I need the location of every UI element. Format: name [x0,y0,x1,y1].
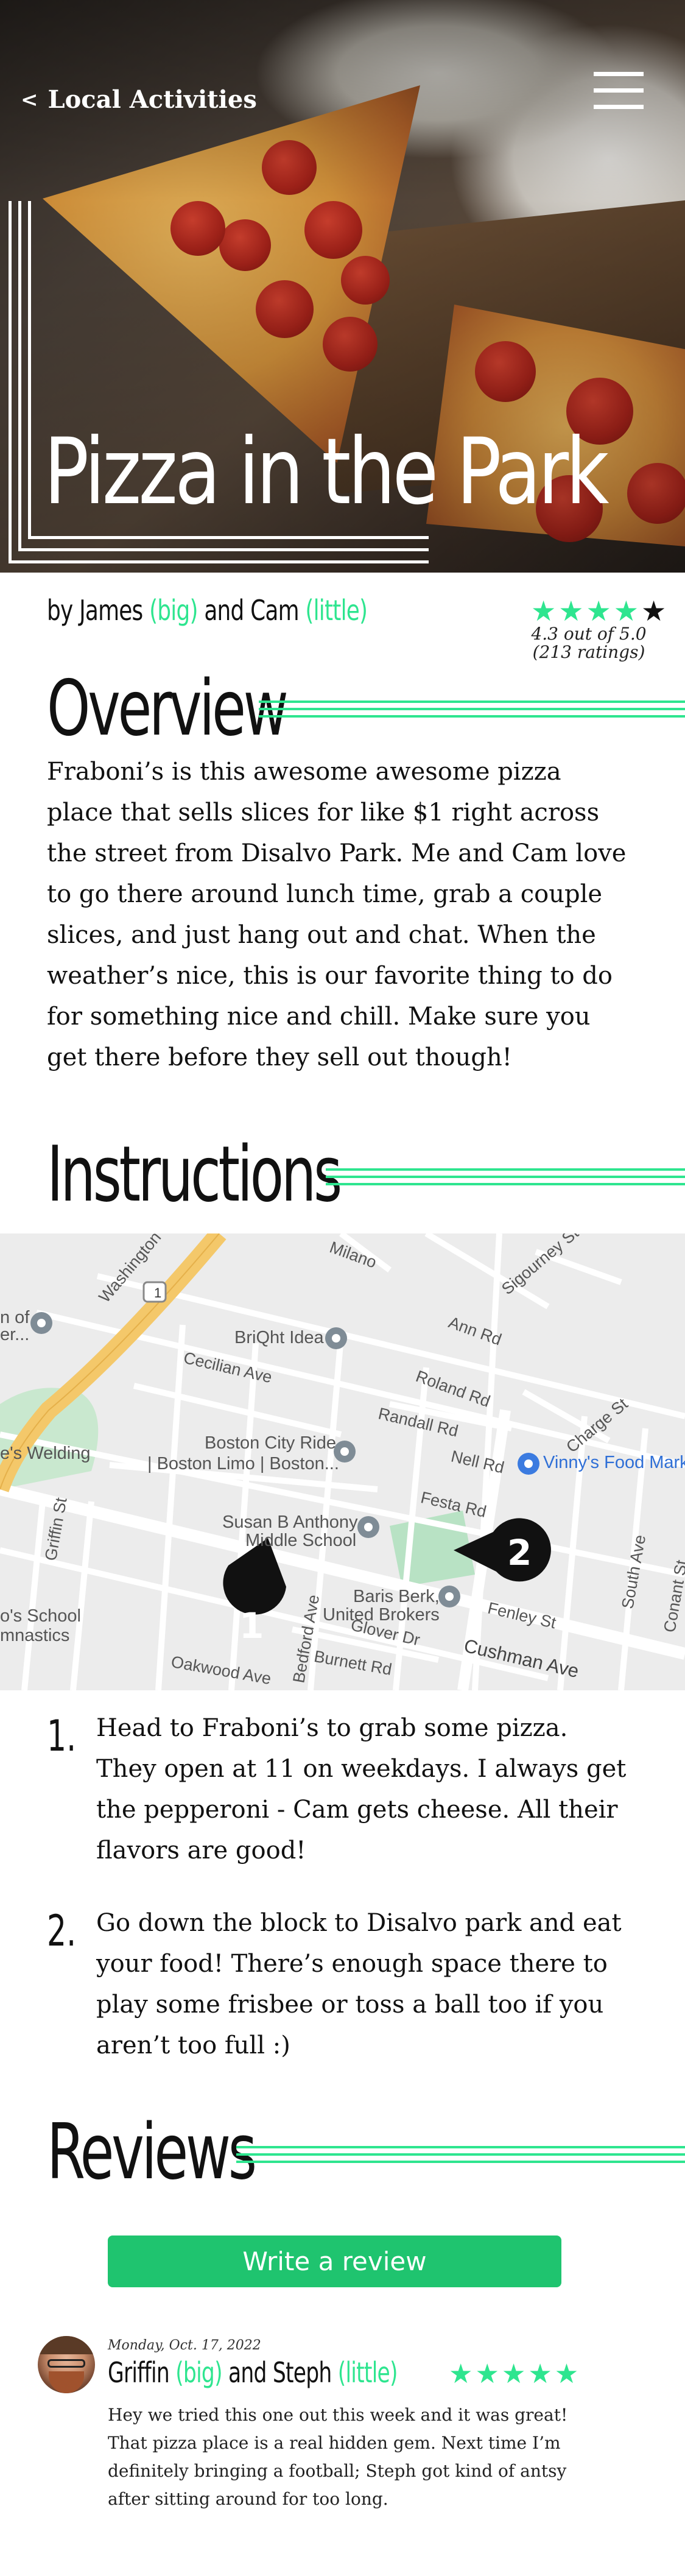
filled-stars: ★★★★ [531,595,641,627]
poi-welding[interactable]: e's Welding [0,1444,90,1464]
back-link[interactable]: < Local Activities [21,85,257,114]
rating-value: 4.3 out of 5.0 [531,624,647,644]
poi-vinnys[interactable]: Vinny's Food Marke [543,1453,685,1473]
route-marker-1[interactable]: 1 [239,1605,264,1646]
poi-school[interactable]: Susan B Anthony [222,1512,358,1533]
back-link-label: Local Activities [47,85,257,114]
poi-brightidea[interactable]: BriQht Idea [234,1328,324,1348]
page-title: Pizza in the Park [44,419,609,525]
byline-tag-big: (big) [149,594,198,627]
partial-star: ★ [641,595,669,627]
star-rating-icon: ★★★★★ [531,595,666,627]
step-text: Go down the block to Disalvo park and ea… [96,1909,622,2059]
poi-gymnastics-line2[interactable]: mnastics [0,1626,69,1646]
route-marker-2[interactable]: 2 [507,1532,532,1573]
poi-citylimo[interactable]: Boston City Ride [205,1433,336,1453]
heading-rule [326,1168,685,1193]
heading-rule [236,2146,685,2170]
frame-line [9,201,12,563]
rating-summary: ★★★★★ 4.3 out of 5.0 (213 ratings) [531,595,666,662]
poi-school-line2[interactable]: Middle School [245,1531,356,1551]
write-review-button[interactable]: Write a review [108,2235,561,2287]
byline-prefix: by James [47,594,150,627]
frame-line [28,536,429,539]
route-shield: 1 [154,1285,162,1300]
review-author-tag-big: (big) [175,2356,222,2389]
overview-text: Fraboni’s is this awesome awesome pizza … [47,758,627,1071]
step-number: 2. [47,1906,77,1956]
byline-middle: and Cam [197,594,306,627]
frame-line [9,560,429,563]
reviews-heading: Reviews [47,2107,257,2197]
hamburger-menu-icon[interactable] [594,72,644,110]
heading-rule [259,700,685,725]
step-text: Head to Fraboni’s to grab some pizza. Th… [96,1714,627,1865]
frame-line [18,201,21,551]
review-author-tag-little: (little) [337,2356,398,2389]
hero-image: < Local Activities Pizza in the Park [0,0,685,573]
poi-baris-berk-line2[interactable]: United Brokers [323,1605,440,1625]
rating-count: (213 ratings) [532,642,645,662]
review-date: Monday, Oct. 17, 2022 [108,2338,261,2353]
poi-left-line2[interactable]: er... [0,1325,29,1345]
review-author-prefix: Griffin [108,2356,176,2389]
avatar [38,2336,95,2393]
byline: by James (big) and Cam (little) [47,594,368,627]
frame-line [18,548,429,551]
route-map[interactable]: Washington Milano Sigourney St Ann Rd Ce… [0,1233,685,1690]
chevron-left-icon: < [21,87,38,112]
overview-heading: Overview [47,663,289,753]
step-number: 1. [47,1711,77,1761]
review-text: Hey we tried this one out this week and … [108,2405,568,2509]
byline-tag-little: (little) [305,594,368,627]
poi-gymnastics[interactable]: o's School [0,1606,81,1626]
review-author-middle: and Steph [222,2356,338,2389]
instructions-heading: Instructions [47,1129,342,1219]
review-stars-icon: ★★★★★ [449,2359,581,2390]
review-author: Griffin (big) and Steph (little) [108,2356,398,2389]
poi-baris-berk[interactable]: Baris Berk, [353,1587,440,1607]
poi-citylimo-line2[interactable]: | Boston Limo | Boston... [147,1454,339,1474]
frame-line [28,201,31,539]
